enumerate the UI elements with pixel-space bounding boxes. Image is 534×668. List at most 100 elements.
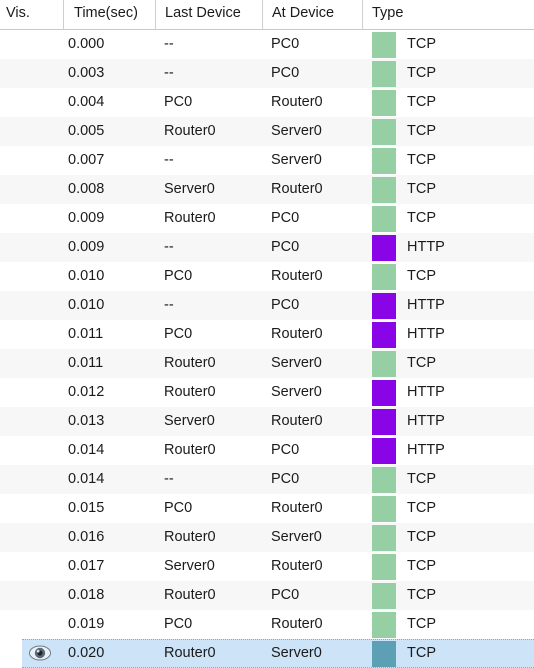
protocol-color-swatch [372,263,396,290]
column-header-last-device[interactable]: Last Device [155,0,262,30]
protocol-type-label: TCP [407,36,436,52]
protocol-type-label: TCP [407,94,436,110]
cell-last-device: Router0 [164,123,216,139]
cell-vis[interactable] [0,639,63,668]
cell-time: 0.005 [68,123,105,139]
cell-vis[interactable] [0,117,63,146]
cell-at-device: PC0 [271,239,300,255]
table-row[interactable]: 0.016 Router0 Server0 TCP [0,523,534,552]
cell-time: 0.004 [68,94,105,110]
table-row[interactable]: 0.000 -- PC0 TCP [0,30,534,59]
cell-last-device: Router0 [164,529,216,545]
protocol-type-label: HTTP [407,297,445,313]
cell-last-device: -- [164,471,174,487]
table-row[interactable]: 0.003 -- PC0 TCP [0,59,534,88]
column-header-at-device[interactable]: At Device [262,0,362,30]
protocol-type-label: TCP [407,587,436,603]
cell-vis[interactable] [0,262,63,291]
table-row[interactable]: 0.011 PC0 Router0 HTTP [0,320,534,349]
column-header-vis[interactable]: Vis. [0,0,63,30]
cell-type: TCP [362,349,534,378]
protocol-type-label: TCP [407,645,436,661]
table-row[interactable]: 0.010 PC0 Router0 TCP [0,262,534,291]
protocol-color-swatch [372,379,396,406]
cell-at-device: Server0 [271,384,322,400]
table-row[interactable]: 0.008 Server0 Router0 TCP [0,175,534,204]
protocol-type-label: TCP [407,210,436,226]
cell-vis[interactable] [0,30,63,59]
cell-vis[interactable] [0,552,63,581]
cell-vis[interactable] [0,291,63,320]
cell-at-device: PC0 [271,442,300,458]
table-row[interactable]: 0.018 Router0 PC0 TCP [0,581,534,610]
table-row[interactable]: 0.005 Router0 Server0 TCP [0,117,534,146]
cell-at-device: Router0 [271,558,323,574]
cell-vis[interactable] [0,610,63,639]
cell-at-device: Router0 [271,326,323,342]
cell-vis[interactable] [0,465,63,494]
cell-vis[interactable] [0,146,63,175]
cell-at-device: Server0 [271,123,322,139]
cell-at-device: Router0 [271,500,323,516]
cell-time: 0.009 [68,210,105,226]
cell-vis[interactable] [0,175,63,204]
table-row[interactable]: 0.014 Router0 PC0 HTTP [0,436,534,465]
table-row[interactable]: 0.012 Router0 Server0 HTTP [0,378,534,407]
protocol-type-label: HTTP [407,442,445,458]
cell-type: HTTP [362,436,534,465]
protocol-type-label: TCP [407,355,436,371]
cell-vis[interactable] [0,378,63,407]
cell-vis[interactable] [0,581,63,610]
cell-type: HTTP [362,291,534,320]
cell-vis[interactable] [0,88,63,117]
column-header-type[interactable]: Type [362,0,534,30]
table-row[interactable]: 0.009 -- PC0 HTTP [0,233,534,262]
table-row[interactable]: 0.007 -- Server0 TCP [0,146,534,175]
cell-vis[interactable] [0,349,63,378]
protocol-color-swatch [372,205,396,232]
table-row[interactable]: 0.010 -- PC0 HTTP [0,291,534,320]
table-row[interactable]: 0.004 PC0 Router0 TCP [0,88,534,117]
table-row[interactable]: 0.011 Router0 Server0 TCP [0,349,534,378]
cell-last-device: Server0 [164,413,215,429]
cell-last-device: -- [164,65,174,81]
cell-vis[interactable] [0,233,63,262]
cell-vis[interactable] [0,59,63,88]
cell-vis[interactable] [0,407,63,436]
table-row[interactable]: 0.017 Server0 Router0 TCP [0,552,534,581]
protocol-color-swatch [372,582,396,609]
cell-at-device: PC0 [271,36,300,52]
cell-time: 0.012 [68,384,105,400]
table-row[interactable]: 0.019 PC0 Router0 TCP [0,610,534,639]
cell-time: 0.020 [68,645,105,661]
protocol-type-label: TCP [407,471,436,487]
cell-at-device: PC0 [271,297,300,313]
cell-vis[interactable] [0,523,63,552]
cell-type: TCP [362,494,534,523]
cell-last-device: PC0 [164,616,193,632]
protocol-type-label: TCP [407,616,436,632]
cell-time: 0.014 [68,442,105,458]
protocol-color-swatch [372,524,396,551]
cell-vis[interactable] [0,320,63,349]
cell-last-device: Router0 [164,210,216,226]
protocol-color-swatch [372,147,396,174]
cell-last-device: Server0 [164,181,215,197]
cell-type: HTTP [362,320,534,349]
event-list-table[interactable]: Vis. Time(sec) Last Device At Device Typ… [0,0,534,668]
table-row[interactable]: 0.014 -- PC0 TCP [0,465,534,494]
eye-icon[interactable] [29,645,51,661]
table-row[interactable]: 0.015 PC0 Router0 TCP [0,494,534,523]
protocol-color-swatch [372,495,396,522]
column-header-time[interactable]: Time(sec) [63,0,155,30]
cell-at-device: Router0 [271,94,323,110]
cell-vis[interactable] [0,494,63,523]
cell-time: 0.014 [68,471,105,487]
protocol-type-label: TCP [407,65,436,81]
protocol-color-swatch [372,118,396,145]
cell-vis[interactable] [0,204,63,233]
table-row[interactable]: 0.013 Server0 Router0 HTTP [0,407,534,436]
table-row[interactable]: 0.009 Router0 PC0 TCP [0,204,534,233]
table-row[interactable]: 0.020 Router0 Server0 TCP [0,639,534,668]
cell-vis[interactable] [0,436,63,465]
